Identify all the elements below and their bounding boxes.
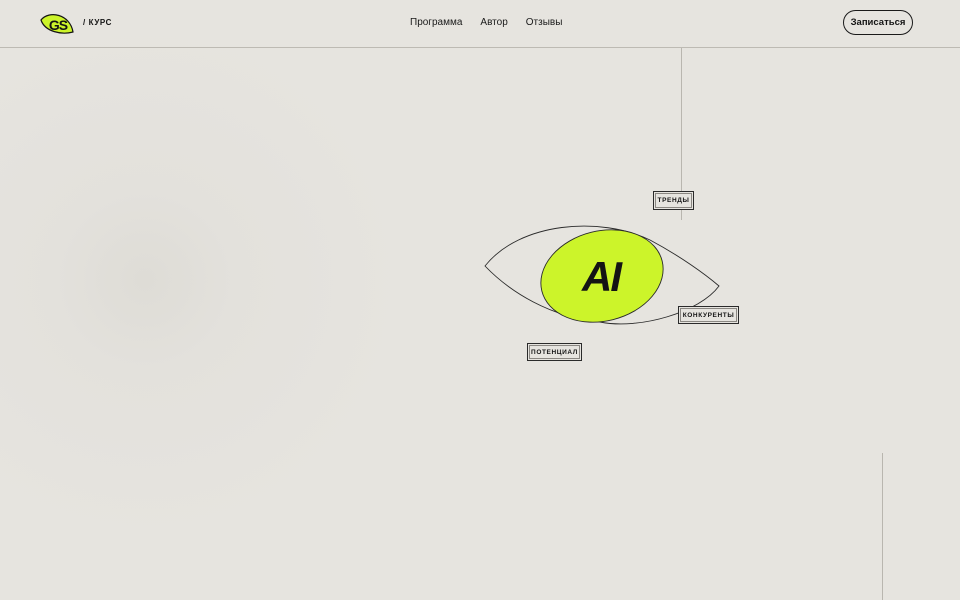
logo-text: GS [49,17,68,33]
course-label: / КУРС [83,18,113,27]
landing-page: GS / КУРС Программа Автор Отзывы Записат… [0,0,960,600]
tag-potential: ПОТЕНЦИАЛ [527,343,582,361]
ai-label: AI [581,253,623,300]
nav-link-program[interactable]: Программа [410,17,462,28]
site-header: GS / КУРС Программа Автор Отзывы Записат… [0,0,960,48]
tag-competitors: КОНКУРЕНТЫ [678,306,739,324]
logo[interactable]: GS [40,11,76,37]
tag-trends: ТРЕНДЫ [653,191,694,210]
main-nav: Программа Автор Отзывы [410,17,562,28]
logo-icon: GS [40,14,74,34]
vertical-divider-bottom [882,453,883,600]
nav-link-author[interactable]: Автор [480,17,507,28]
nav-link-reviews[interactable]: Отзывы [526,17,563,28]
signup-button[interactable]: Записаться [843,10,913,35]
